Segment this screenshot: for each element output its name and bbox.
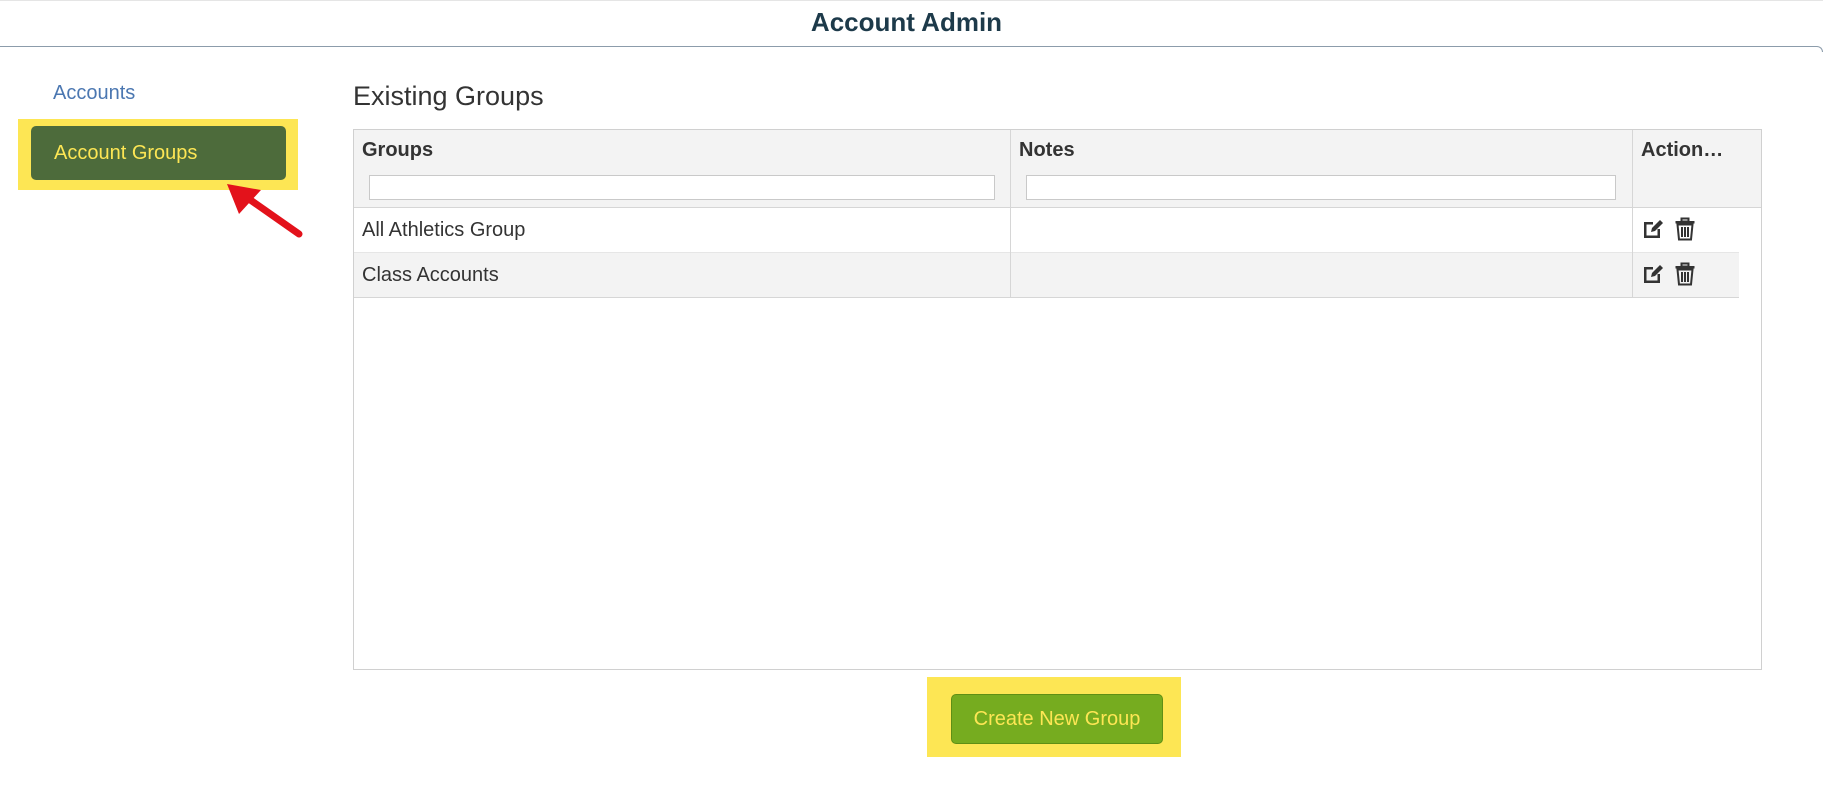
- sidebar-item-account-groups[interactable]: Account Groups: [31, 126, 286, 180]
- column-title-groups: Groups: [362, 139, 434, 161]
- trash-icon[interactable]: [1673, 262, 1697, 286]
- column-title-notes: Notes: [1019, 139, 1075, 161]
- groups-filter-input[interactable]: [369, 175, 995, 200]
- column-header-notes[interactable]: Notes: [1011, 130, 1633, 208]
- edit-icon[interactable]: [1640, 217, 1664, 241]
- cell-notes: [1011, 208, 1633, 253]
- table-row[interactable]: Class Accounts: [354, 253, 1739, 298]
- cell-notes: [1011, 253, 1633, 298]
- trash-icon[interactable]: [1673, 217, 1697, 241]
- group-name-text: All Athletics Group: [362, 219, 526, 241]
- edit-icon[interactable]: [1640, 262, 1664, 286]
- grid-header: Groups Notes Action…: [354, 130, 1761, 208]
- create-new-group-button[interactable]: Create New Group: [951, 694, 1163, 744]
- red-arrow-icon: [227, 184, 303, 238]
- cell-actions: [1633, 208, 1739, 253]
- sidebar-item-accounts[interactable]: Accounts: [53, 82, 135, 105]
- notes-filter-input[interactable]: [1026, 175, 1616, 200]
- column-header-groups[interactable]: Groups: [354, 130, 1011, 208]
- column-title-actions: Action…: [1641, 139, 1724, 161]
- cell-actions: [1633, 253, 1739, 298]
- section-title: Existing Groups: [353, 81, 544, 111]
- cell-group-name: All Athletics Group: [354, 208, 1011, 253]
- groups-grid: Groups Notes Action… All Athletics Group: [353, 129, 1762, 670]
- sidebar-item-label: Account Groups: [54, 142, 198, 164]
- app-header: Account Admin: [0, 0, 1823, 52]
- table-row[interactable]: All Athletics Group: [354, 208, 1739, 253]
- page-title: Account Admin: [810, 7, 1003, 37]
- cell-group-name: Class Accounts: [354, 253, 1011, 298]
- column-header-actions[interactable]: Action…: [1633, 130, 1761, 208]
- header-divider: [0, 46, 1823, 52]
- group-name-text: Class Accounts: [362, 264, 499, 286]
